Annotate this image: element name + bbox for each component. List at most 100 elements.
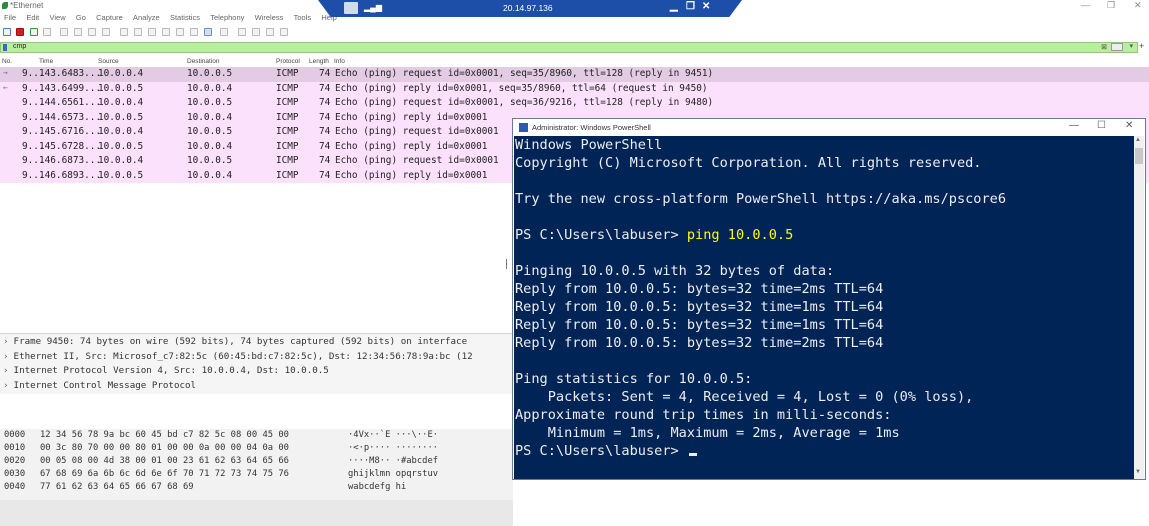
packet-time: 146.6893... [39,169,102,181]
column-length[interactable]: Length [309,58,329,65]
rdp-close-button[interactable]: ✕ [702,1,710,12]
save-file-icon[interactable] [74,28,82,36]
detail-icmp[interactable]: › Internet Control Message Protocol [3,380,196,391]
text-cursor [688,453,697,456]
detail-frame[interactable]: › Frame 9450: 74 bytes on wire (592 bits)… [3,336,467,347]
menu-statistics[interactable]: Statistics [170,13,200,22]
display-filter-bar[interactable]: cmp ⊠ ▾ [0,42,1138,53]
ps-minimize-button[interactable]: — [1069,120,1079,131]
go-back-icon[interactable] [134,28,142,36]
ps-close-button[interactable]: ✕ [1125,120,1133,131]
last-packet-icon[interactable] [190,28,198,36]
packet-destination: 10.0.0.4 [187,111,233,123]
autoscroll-icon[interactable] [204,28,212,36]
menu-edit[interactable]: Edit [26,13,39,22]
bookmark-icon[interactable] [3,44,7,51]
column-info[interactable]: Info [334,58,345,65]
packet-destination: 10.0.0.5 [187,155,233,166]
display-filter-input[interactable]: cmp [13,43,26,50]
scroll-up-icon[interactable]: ▲ [1135,137,1141,143]
packet-info: Echo (ping) request id=0x0001 [335,155,499,166]
add-filter-button[interactable]: + [1139,41,1144,51]
packet-info: Echo (ping) request id=0x0001, seq=35/89… [335,68,714,79]
shark-fin-start-icon[interactable] [3,28,11,36]
zoom-out-icon[interactable] [252,28,260,36]
restart-capture-icon[interactable] [30,28,38,36]
column-destination[interactable]: Destination [187,58,220,65]
remote-connection-bar: ▂▄▆ 20.14.97.136 ▁ ❐ ✕ [318,0,742,17]
expand-chevron-icon[interactable]: › [3,380,9,391]
wireshark-maximize-button[interactable]: ❐ [1107,0,1115,11]
apply-filter-button[interactable] [1111,43,1123,51]
capture-options-icon[interactable] [43,28,51,36]
packet-row[interactable]: → 9... 143.6483... 10.0.0.4 10.0.0.5 ICM… [0,67,1149,82]
detail-ethernet[interactable]: › Ethernet II, Src: Microsof_c7:82:5c (60… [3,351,473,362]
menu-view[interactable]: View [50,13,66,22]
column-no[interactable]: No. [2,58,12,65]
expand-chevron-icon[interactable]: › [3,351,9,362]
zoom-in-icon[interactable] [238,28,246,36]
powershell-console[interactable]: Windows PowerShell Copyright (C) Microso… [514,136,1134,479]
rdp-minimize-button[interactable]: ▁ [670,1,678,12]
packet-row[interactable]: ← 9... 143.6499... 10.0.0.5 10.0.0.4 ICM… [0,81,1149,96]
rdp-restore-button[interactable]: ❐ [686,1,695,12]
close-file-icon[interactable] [88,28,96,36]
powershell-window[interactable]: Administrator: Windows PowerShell — ☐ ✕ … [512,118,1146,480]
menu-analyze[interactable]: Analyze [133,13,160,22]
menu-file[interactable]: File [4,13,16,22]
console-command-line: PS C:\Users\labuser> ping 10.0.0.5 [515,226,793,244]
find-packet-icon[interactable] [120,28,128,36]
menu-capture[interactable]: Capture [96,13,123,22]
menu-tools[interactable]: Tools [294,13,312,22]
normal-size-icon[interactable] [266,28,274,36]
remote-host: 20.14.97.136 [503,3,553,13]
packet-destination: 10.0.0.5 [187,68,233,79]
detail-ipv4[interactable]: › Internet Protocol Version 4, Src: 10.0.… [3,365,329,376]
column-protocol[interactable]: Protocol [276,58,300,65]
console-active-line[interactable]: PS C:\Users\labuser> [515,442,697,460]
expand-chevron-icon[interactable]: › [3,336,9,347]
wireshark-close-button[interactable]: ✕ [1134,0,1142,11]
packet-length: 74 [319,111,331,123]
packet-details-pane: › Frame 9450: 74 bytes on wire (592 bits)… [0,333,513,394]
scroll-down-icon[interactable]: ▼ [1135,469,1141,475]
scroll-thumb[interactable] [1135,148,1143,164]
packet-destination: 10.0.0.5 [187,126,233,137]
wireshark-title: *Ethernet [10,1,44,10]
column-time[interactable]: Time [39,58,53,65]
open-file-icon[interactable] [60,28,68,36]
colorize-icon[interactable] [220,28,228,36]
filter-history-dropdown[interactable]: ▾ [1129,42,1133,50]
menu-wireless[interactable]: Wireless [255,13,284,22]
go-forward-icon[interactable] [148,28,156,36]
wireshark-minimize-button[interactable]: — [1081,0,1090,10]
expand-chevron-icon[interactable]: › [3,365,9,376]
menu-telephony[interactable]: Telephony [210,13,244,22]
resize-columns-icon[interactable] [280,28,288,36]
packet-info: Echo (ping) request id=0x0001 [335,126,499,137]
wireshark-fin-icon [2,2,8,9]
ps-maximize-button[interactable]: ☐ [1097,120,1106,131]
clear-filter-button[interactable]: ⊠ [1101,43,1107,51]
first-packet-icon[interactable] [176,28,184,36]
packet-source: 10.0.0.4 [98,126,144,137]
powershell-scrollbar[interactable]: ▲ ▼ [1134,136,1144,479]
packet-protocol: ICMP [276,155,299,166]
powershell-titlebar[interactable]: Administrator: Windows PowerShell — ☐ ✕ [513,119,1145,136]
packet-destination: 10.0.0.4 [187,82,233,94]
go-to-packet-icon[interactable] [162,28,170,36]
packet-row[interactable]: 9... 144.6561... 10.0.0.4 10.0.0.5 ICMP … [0,96,1149,111]
powershell-title: Administrator: Windows PowerShell [532,123,651,132]
column-source[interactable]: Source [98,58,119,65]
console-line: Approximate round trip times in milli-se… [515,407,892,423]
packet-length: 74 [319,169,331,181]
stop-capture-icon[interactable] [16,28,24,36]
packet-length: 74 [319,82,331,94]
pin-icon[interactable] [344,2,358,14]
menu-go[interactable]: Go [76,13,86,22]
packet-length: 74 [319,68,331,79]
packet-source: 10.0.0.4 [98,68,144,79]
packet-protocol: ICMP [276,140,299,152]
reload-file-icon[interactable] [102,28,110,36]
packet-source: 10.0.0.4 [98,97,144,108]
